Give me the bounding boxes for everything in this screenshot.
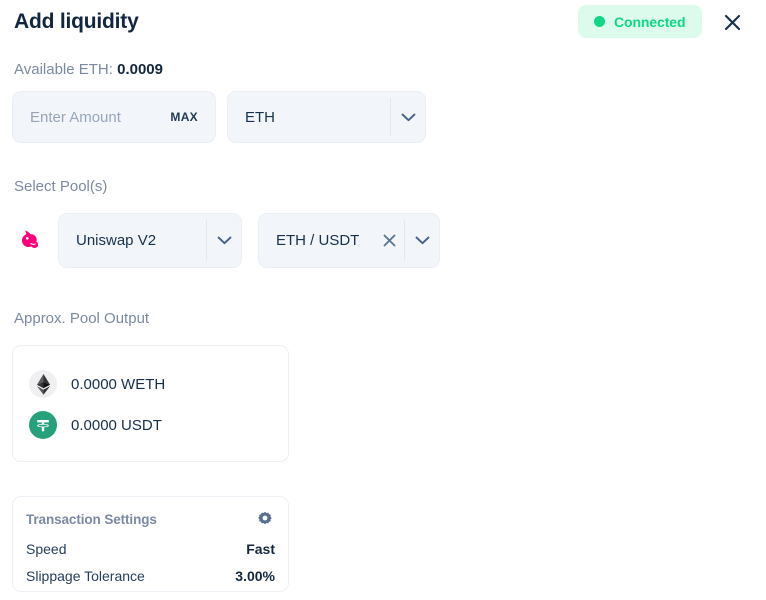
tether-icon (29, 411, 57, 439)
clear-pair-button[interactable] (376, 234, 402, 247)
uniswap-unicorn-icon (12, 224, 46, 258)
close-icon (724, 14, 741, 31)
setting-key: Speed (26, 541, 66, 557)
pool-selection-row: Uniswap V2 ETH / USDT (12, 213, 440, 268)
list-item: 0.0000 WETH (13, 365, 288, 403)
ethereum-icon (29, 370, 57, 398)
status-badge-label: Connected (614, 14, 685, 30)
token-select[interactable]: ETH (227, 91, 426, 143)
available-balance: Available ETH: 0.0009 (14, 60, 163, 80)
settings-title: Transaction Settings (26, 512, 157, 527)
token-amount: 0.0000 USDT (71, 417, 162, 434)
close-button[interactable] (718, 8, 746, 36)
setting-key: Slippage Tolerance (26, 568, 145, 584)
status-dot-icon (594, 16, 605, 27)
chevron-down-icon (207, 236, 241, 245)
token-select-value: ETH (228, 109, 390, 126)
pool-protocol-value: Uniswap V2 (59, 232, 206, 249)
status-badge: Connected (578, 5, 702, 38)
pool-output-label: Approx. Pool Output (14, 309, 149, 329)
setting-row-speed: Speed Fast (26, 535, 275, 562)
list-item: 0.0000 USDT (13, 406, 288, 444)
token-amount: 0.0000 WETH (71, 376, 165, 393)
setting-value: Fast (246, 541, 275, 557)
max-button[interactable]: MAX (170, 110, 198, 124)
add-liquidity-panel: Add liquidity Connected Available ETH: 0… (0, 0, 766, 600)
close-icon (383, 234, 396, 247)
pool-protocol-select[interactable]: Uniswap V2 (58, 213, 242, 268)
page-title: Add liquidity (14, 8, 139, 36)
available-balance-value: 0.0009 (117, 61, 163, 78)
settings-gear-button[interactable] (255, 509, 275, 529)
pool-pair-value: ETH / USDT (259, 232, 373, 249)
pool-output-card: 0.0000 WETH 0.0000 USDT (12, 345, 289, 462)
settings-header: Transaction Settings (26, 503, 275, 535)
select-pools-label: Select Pool(s) (14, 177, 107, 197)
pool-pair-select[interactable]: ETH / USDT (258, 213, 440, 268)
amount-input-field[interactable]: MAX (12, 91, 216, 143)
amount-input[interactable] (30, 109, 138, 126)
setting-row-slippage: Slippage Tolerance 3.00% (26, 562, 275, 589)
transaction-settings-card: Transaction Settings Speed Fast Slippage… (12, 496, 289, 592)
available-balance-label: Available ETH: (14, 61, 113, 78)
gear-icon (257, 511, 273, 527)
chevron-down-icon (405, 236, 439, 245)
chevron-down-icon (391, 113, 425, 122)
setting-value: 3.00% (235, 568, 275, 584)
